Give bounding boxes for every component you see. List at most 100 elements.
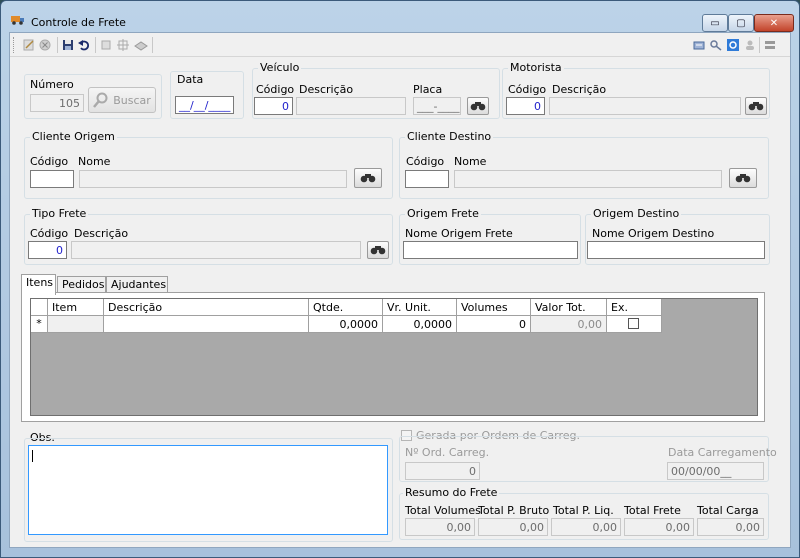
exit-icon[interactable] <box>763 38 777 52</box>
cliente-origem-codigo-label: Código <box>30 155 69 168</box>
cliente-origem-codigo-field[interactable] <box>30 170 74 188</box>
binoculars-icon <box>748 102 764 111</box>
cliente-destino-codigo-label: Código <box>406 155 445 168</box>
tab-itens[interactable]: Itens <box>21 274 56 295</box>
column-header-item[interactable]: Item <box>48 299 104 316</box>
veiculo-placa-field[interactable]: ___-____ <box>413 97 461 115</box>
binoculars-icon <box>370 246 386 255</box>
motorista-codigo-label: Código <box>508 83 547 96</box>
origem-destino-title: Origem Destino <box>591 207 682 220</box>
num-ord-carreg-label: Nº Ord. Carreg. <box>405 446 490 459</box>
total-peso-liquido-field[interactable]: 0,00 <box>551 518 621 536</box>
origem-destino-nome-field[interactable] <box>587 241 765 259</box>
data-group: Data __/__/____ <box>170 71 244 119</box>
toolbar-grip[interactable] <box>13 37 16 53</box>
cell-qtde[interactable]: 0,0000 <box>309 316 383 333</box>
total-frete-field[interactable]: 0,00 <box>624 518 694 536</box>
toolbar-separator <box>759 37 760 53</box>
veiculo-group: Veículo Código Descrição Placa 0 ___-___… <box>252 61 500 119</box>
data-field[interactable]: __/__/____ <box>175 96 234 114</box>
delete-icon[interactable] <box>38 38 52 52</box>
cliente-origem-nome-field[interactable] <box>79 170 347 188</box>
column-header-qtde[interactable]: Qtde. <box>309 299 383 316</box>
cliente-destino-nome-label: Nome <box>454 155 487 168</box>
cell-volumes[interactable]: 0 <box>457 316 531 333</box>
cell-descricao[interactable] <box>104 316 309 333</box>
user-icon[interactable] <box>743 38 757 52</box>
ex-checkbox[interactable] <box>628 318 639 329</box>
motorista-descricao-label: Descrição <box>552 83 607 96</box>
veiculo-codigo-field[interactable]: 0 <box>254 97 293 115</box>
refresh-icon[interactable] <box>726 38 740 52</box>
row-header-new-row[interactable]: * <box>31 316 48 333</box>
tipo-frete-descricao-field[interactable] <box>71 241 361 259</box>
cliente-destino-nome-field[interactable] <box>454 170 722 188</box>
column-header-descricao[interactable]: Descrição <box>104 299 309 316</box>
data-carregamento-field[interactable]: 00/00/00__ <box>667 462 764 480</box>
column-header-valor-tot[interactable]: Valor Tot. <box>531 299 607 316</box>
new-icon[interactable] <box>22 38 36 52</box>
total-volumes-label: Total Volumes <box>405 504 481 517</box>
app-window: Controle de Frete ▭ ▢ ✕ Número 105 Busca… <box>0 0 800 558</box>
undo-icon[interactable] <box>77 38 91 52</box>
data-carregamento-label: Data Carregamento <box>668 446 777 459</box>
motorista-codigo-field[interactable]: 0 <box>506 97 545 115</box>
app-icon <box>11 13 25 25</box>
save-icon[interactable] <box>61 38 75 52</box>
expand-icon[interactable] <box>116 38 130 52</box>
column-header-volumes[interactable]: Volumes <box>457 299 531 316</box>
cliente-destino-search-button[interactable] <box>729 168 757 188</box>
cliente-origem-search-button[interactable] <box>354 168 382 188</box>
cell-item[interactable] <box>48 316 104 333</box>
binoculars-icon <box>735 174 751 183</box>
column-header-vr-unit[interactable]: Vr. Unit. <box>383 299 457 316</box>
total-peso-bruto-field[interactable]: 0,00 <box>478 518 548 536</box>
motorista-search-button[interactable] <box>745 97 767 115</box>
title-bar[interactable]: Controle de Frete ▭ ▢ ✕ <box>1 1 799 32</box>
print-icon[interactable] <box>134 38 148 52</box>
total-volumes-field[interactable]: 0,00 <box>405 518 475 536</box>
form-client-area: Número 105 Buscar Data __/__/____ Veícul… <box>9 32 791 548</box>
itens-grid[interactable]: Item Descrição Qtde. Vr. Unit. Volumes V… <box>30 298 758 416</box>
binoculars-icon <box>360 174 376 183</box>
total-peso-bruto-label: Total P. Bruto <box>478 504 550 517</box>
cliente-destino-group: Cliente Destino Código Nome <box>399 130 769 199</box>
cell-valor-tot[interactable]: 0,00 <box>531 316 607 333</box>
maximize-button[interactable]: ▢ <box>728 14 754 32</box>
cliente-origem-nome-label: Nome <box>78 155 111 168</box>
veiculo-search-button[interactable] <box>467 97 489 115</box>
motorista-descricao-field[interactable] <box>549 97 741 115</box>
origem-frete-nome-field[interactable] <box>403 241 578 259</box>
text-caret <box>32 450 33 462</box>
origem-frete-nome-label: Nome Origem Frete <box>405 227 513 240</box>
obs-textarea[interactable] <box>28 445 388 535</box>
cliente-origem-group: Cliente Origem Código Nome <box>24 130 393 199</box>
minimize-button[interactable]: ▭ <box>702 14 728 32</box>
numero-field[interactable]: 105 <box>30 94 84 112</box>
buscar-button[interactable]: Buscar <box>88 87 156 113</box>
report-icon[interactable] <box>692 38 706 52</box>
motorista-title: Motorista <box>508 61 564 74</box>
tipo-frete-codigo-label: Código <box>30 227 69 240</box>
key-icon[interactable] <box>709 38 723 52</box>
first-icon[interactable] <box>99 38 113 52</box>
tipo-frete-search-button[interactable] <box>367 241 389 259</box>
window-title: Controle de Frete <box>31 16 126 29</box>
total-carga-label: Total Carga <box>697 504 759 517</box>
cell-ex[interactable] <box>607 316 662 333</box>
cell-vr-unit[interactable]: 0,0000 <box>383 316 457 333</box>
cliente-destino-title: Cliente Destino <box>405 130 494 143</box>
column-header-ex[interactable]: Ex. <box>607 299 662 316</box>
tipo-frete-codigo-field[interactable]: 0 <box>28 241 67 259</box>
resumo-frete-group: Resumo do Frete Total Volumes Total P. B… <box>399 486 769 540</box>
origem-destino-nome-label: Nome Origem Destino <box>592 227 715 240</box>
cliente-destino-codigo-field[interactable] <box>405 170 449 188</box>
total-carga-field[interactable]: 0,00 <box>697 518 764 536</box>
tipo-frete-descricao-label: Descrição <box>74 227 129 240</box>
veiculo-descricao-field[interactable] <box>296 97 406 115</box>
num-ord-carreg-field[interactable]: 0 <box>405 462 480 480</box>
total-frete-label: Total Frete <box>624 504 681 517</box>
close-button[interactable]: ✕ <box>754 14 794 32</box>
origem-frete-title: Origem Frete <box>405 207 481 220</box>
motorista-group: Motorista Código Descrição 0 <box>502 61 770 119</box>
